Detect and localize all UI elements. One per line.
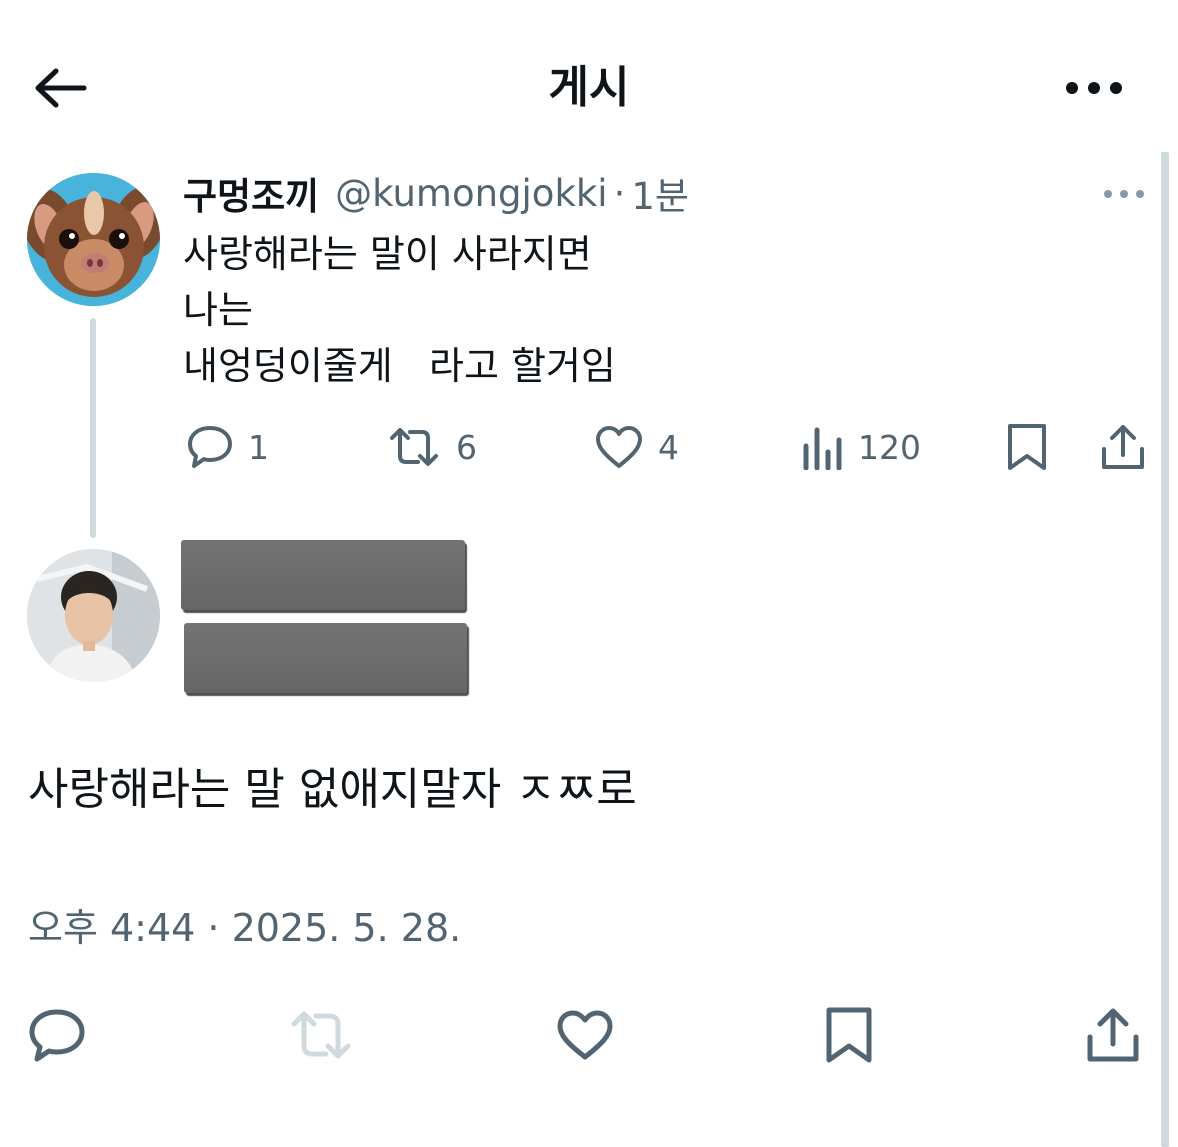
avatar-reply-author[interactable]: [27, 549, 160, 682]
heart-icon: [557, 1010, 613, 1060]
reply-action[interactable]: 1: [186, 418, 269, 476]
avatar-kumongjokki[interactable]: [27, 173, 160, 306]
focused-tweet-text: 사랑해라는 말 없애지말자 ㅈㅉ로: [28, 764, 637, 815]
tweet-action-bar: 1 6 4 120: [0, 418, 1178, 476]
reply-icon: [29, 1009, 85, 1062]
meta-separator: ·: [613, 171, 626, 215]
user-handle[interactable]: @kumongjokki: [335, 172, 607, 215]
heart-icon: [596, 426, 642, 468]
views-chart-icon: [803, 427, 842, 470]
share-button[interactable]: [1078, 1000, 1148, 1070]
like-action[interactable]: 4: [594, 418, 679, 476]
reply-button[interactable]: [22, 1000, 92, 1070]
reply-icon: [188, 426, 232, 468]
share-action[interactable]: [1100, 418, 1146, 476]
bookmark-icon: [1008, 424, 1046, 470]
retweet-action[interactable]: 6: [386, 418, 477, 476]
redacted-display-name: [181, 540, 465, 610]
tweet-timestamp[interactable]: 오후 4:44 · 2025. 5. 28.: [28, 902, 461, 954]
retweet-icon: [390, 428, 438, 466]
retweet-icon: [291, 1011, 351, 1059]
like-count: 4: [658, 427, 679, 467]
views-action[interactable]: 120: [800, 418, 921, 476]
share-icon: [1087, 1008, 1139, 1062]
bookmark-action[interactable]: [1006, 418, 1048, 476]
retweet-count: 6: [456, 427, 477, 467]
bookmark-icon: [826, 1007, 872, 1063]
tweet-header: 구멍조끼 @kumongjokki · 1분: [183, 166, 689, 220]
more-options-button[interactable]: [1058, 66, 1130, 110]
top-app-bar: 게시: [0, 0, 1178, 150]
scrollbar[interactable]: [1161, 152, 1169, 1147]
view-count: 120: [858, 427, 921, 467]
display-name[interactable]: 구멍조끼: [183, 166, 319, 220]
tweet-more-button[interactable]: [1096, 176, 1152, 212]
more-horizontal-icon: [1066, 82, 1122, 94]
share-icon: [1102, 425, 1144, 469]
redacted-handle: [184, 623, 467, 693]
retweet-button-disabled: [286, 1000, 356, 1070]
tweet-time[interactable]: 1분: [631, 166, 689, 220]
more-horizontal-icon: [1104, 190, 1144, 198]
person-avatar-image: [27, 549, 160, 682]
page-title: 게시: [548, 62, 630, 113]
focused-tweet-action-bar: [0, 1000, 1178, 1070]
dog-avatar-image: [27, 173, 160, 306]
tweet-text: 사랑해라는 말이 사라지면 나는 내엉덩이줄게 라고 할거임: [183, 232, 616, 388]
bookmark-button[interactable]: [814, 1000, 884, 1070]
reply-count: 1: [248, 427, 269, 467]
like-button[interactable]: [550, 1000, 620, 1070]
